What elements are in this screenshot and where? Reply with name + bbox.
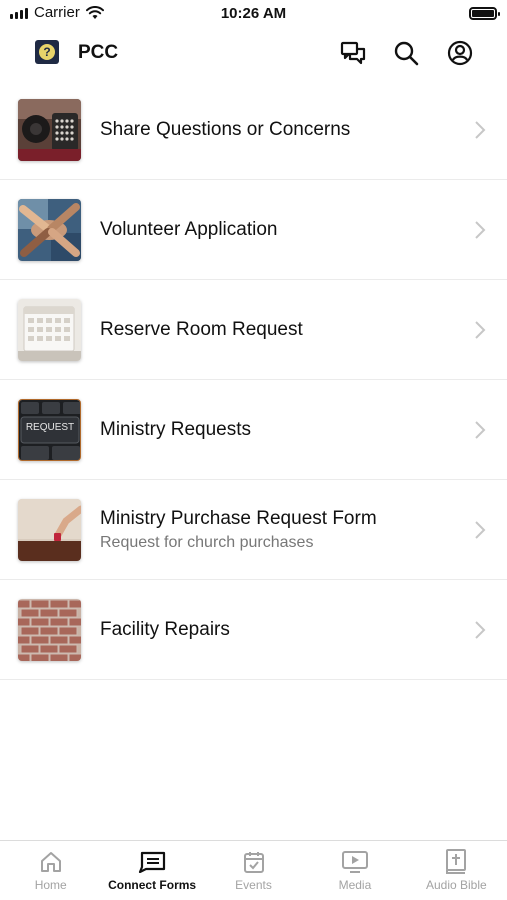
calendar-icon [240, 849, 268, 875]
telephone-typewriter-thumbnail [18, 99, 81, 161]
chevron-right-icon [475, 621, 486, 639]
chevron-right-icon [475, 221, 486, 239]
bottom-tab-bar: Home Connect Forms Events Media Audio Bi… [0, 840, 507, 900]
home-icon [37, 849, 65, 875]
chevron-right-icon [475, 121, 486, 139]
app-logo: ? [35, 40, 59, 64]
forms-icon [138, 849, 166, 875]
status-bar: Carrier 10:26 AM [0, 0, 507, 28]
calendar-thumbnail [18, 299, 81, 361]
row-title: Share Questions or Concerns [100, 118, 351, 140]
tab-label: Home [34, 878, 67, 892]
brick-wall-thumbnail [18, 599, 81, 661]
status-time: 10:26 AM [220, 5, 287, 22]
request-key-thumbnail: REQUEST [18, 399, 81, 461]
tab-label: Connect Forms [108, 878, 197, 892]
chevron-right-icon [475, 421, 486, 439]
account-icon[interactable] [445, 38, 475, 68]
list-item[interactable]: Reserve Room Request [0, 280, 507, 380]
tab-events[interactable]: Events [203, 841, 304, 900]
chevron-right-icon [475, 321, 486, 339]
search-icon[interactable] [391, 38, 421, 68]
row-text: Facility Repairs [100, 580, 457, 679]
row-text: Ministry Purchase Request Form Request f… [100, 480, 457, 579]
connect-forms-list: Share Questions or Concerns Volunteer Ap… [0, 80, 507, 680]
list-item[interactable]: Share Questions or Concerns [0, 80, 507, 180]
list-item[interactable]: Facility Repairs [0, 580, 507, 680]
row-title: Ministry Requests [100, 418, 251, 440]
chevron-right-icon [475, 521, 486, 539]
app-header: ? PCC [0, 28, 507, 80]
request-key-label: REQUEST [25, 422, 75, 433]
row-subtitle: Request for church purchases [100, 533, 314, 551]
tab-label: Events [235, 878, 272, 892]
tab-label: Media [338, 878, 372, 892]
battery-icon [469, 7, 500, 20]
tab-media[interactable]: Media [304, 841, 405, 900]
row-title: Reserve Room Request [100, 318, 303, 340]
list-item[interactable]: Ministry Purchase Request Form Request f… [0, 480, 507, 580]
row-text: Ministry Requests [100, 380, 457, 479]
tab-audio-bible[interactable]: Audio Bible [406, 841, 507, 900]
purchase-thumbnail [18, 499, 81, 561]
tab-label: Audio Bible [425, 878, 487, 892]
media-icon [341, 849, 369, 875]
row-text: Share Questions or Concerns [100, 80, 457, 179]
row-title: Facility Repairs [100, 618, 230, 640]
app-title: PCC [78, 42, 119, 63]
row-title: Ministry Purchase Request Form [100, 507, 377, 529]
messages-icon[interactable] [338, 38, 368, 68]
row-title: Volunteer Application [100, 218, 278, 240]
tab-connect-forms[interactable]: Connect Forms [101, 841, 202, 900]
logo-glyph: ? [39, 44, 55, 60]
list-item[interactable]: Volunteer Application [0, 180, 507, 280]
tab-home[interactable]: Home [0, 841, 101, 900]
row-text: Volunteer Application [100, 180, 457, 279]
bible-icon [442, 849, 470, 875]
list-item[interactable]: REQUEST Ministry Requests [0, 380, 507, 480]
stacked-hands-thumbnail [18, 199, 81, 261]
row-text: Reserve Room Request [100, 280, 457, 379]
